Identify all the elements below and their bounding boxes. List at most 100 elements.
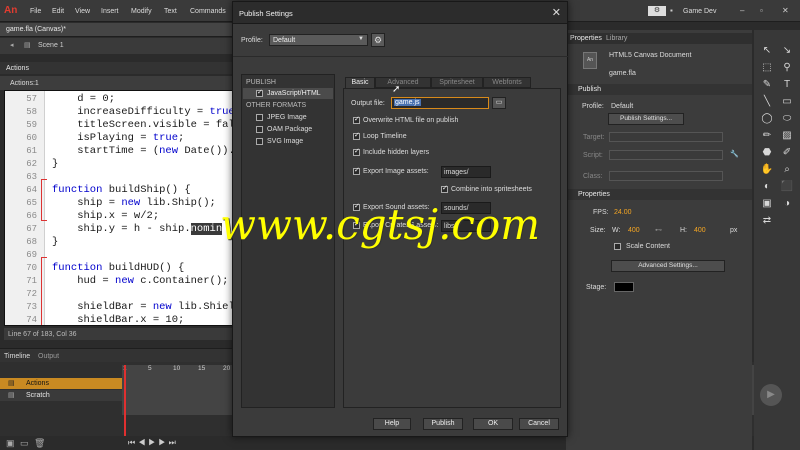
dialog-title-bar[interactable]: Publish Settings ✕ <box>233 2 567 24</box>
javascript-checkbox[interactable] <box>256 88 263 97</box>
code-line[interactable]: ship.x = w/2; <box>52 210 159 222</box>
code-line[interactable]: isPlaying = true; <box>52 132 184 144</box>
code-line[interactable]: shieldBar.x = 10; <box>52 314 184 325</box>
format-item-oam[interactable]: OAM Package <box>267 126 312 133</box>
cancel-button[interactable]: Cancel <box>519 418 559 430</box>
minimize-icon[interactable]: – <box>740 6 750 16</box>
format-item-svg[interactable]: SVG Image <box>267 138 303 145</box>
code-line[interactable]: startTime = (new Date()). <box>52 145 235 157</box>
menu-text[interactable]: Text <box>164 8 177 15</box>
tool-icon[interactable]: ⬭ <box>780 112 794 126</box>
tool-icon[interactable]: ✋ <box>760 163 774 177</box>
hidden-layers-checkbox[interactable] <box>353 147 360 156</box>
playback-controls[interactable]: ⏮◀▶▶⏭ <box>128 438 179 448</box>
tool-icon[interactable]: ✎ <box>760 78 774 92</box>
svg-checkbox[interactable] <box>256 138 263 145</box>
export-images-checkbox[interactable] <box>353 166 360 175</box>
tool-icon[interactable]: ✏ <box>760 129 774 143</box>
tool-icon[interactable]: ✐ <box>780 146 794 160</box>
menu-modify[interactable]: Modify <box>131 8 152 15</box>
tool-icon[interactable]: ⬛ <box>780 180 794 194</box>
folder-icon[interactable]: ▭ <box>20 438 29 449</box>
tab-properties[interactable]: Properties <box>570 35 602 42</box>
output-file-field[interactable]: game.js <box>391 97 489 109</box>
advanced-settings-button[interactable]: Advanced Settings... <box>611 260 725 272</box>
layer-row-scratch[interactable]: ▤ Scratch <box>0 390 122 401</box>
back-arrow-icon[interactable]: ◂ <box>10 41 14 49</box>
fold-marker[interactable] <box>41 257 47 325</box>
code-line[interactable]: ship = new lib.Ship(); <box>52 197 216 209</box>
publish-settings-button[interactable]: Publish Settings... <box>608 113 684 125</box>
height-value[interactable]: 400 <box>694 227 706 234</box>
properties-section-header[interactable]: Properties <box>566 189 752 200</box>
overwrite-checkbox[interactable] <box>353 115 360 124</box>
format-item-jpeg[interactable]: JPEG Image <box>267 114 307 121</box>
new-layer-icon[interactable]: ▣ <box>6 438 15 449</box>
profile-select[interactable]: Default ▼ <box>269 34 368 46</box>
width-value[interactable]: 400 <box>628 227 640 234</box>
loop-checkbox[interactable] <box>353 131 360 140</box>
maximize-icon[interactable]: ▫ <box>760 6 770 16</box>
sync-icon[interactable]: ⚙ <box>648 6 666 16</box>
actions-tab[interactable]: Actions <box>6 65 29 72</box>
oam-checkbox[interactable] <box>256 126 263 133</box>
publish-section-header[interactable]: Publish <box>566 84 752 95</box>
tab-basic[interactable]: Basic <box>345 77 375 88</box>
document-tab[interactable]: game.fla (Canvas)* <box>0 23 232 37</box>
format-item-javascript-html[interactable]: JavaScript/HTML <box>243 88 333 99</box>
tool-icon[interactable]: ▭ <box>780 95 794 109</box>
tab-spritesheet[interactable]: Spritesheet <box>431 77 483 88</box>
tool-icon[interactable]: ▣ <box>760 197 774 211</box>
code-line[interactable]: d = 0; <box>52 93 115 105</box>
fps-value[interactable]: 24.00 <box>614 209 632 216</box>
code-line[interactable]: ship.y = h - ship.nomin <box>52 223 223 235</box>
code-line[interactable]: shieldBar = new lib.Shiel <box>52 301 235 313</box>
tool-icon[interactable]: ◐ <box>760 180 774 194</box>
ok-button[interactable]: OK <box>473 418 513 430</box>
tab-webfonts[interactable]: Webfonts <box>483 77 531 88</box>
jpeg-checkbox[interactable] <box>256 114 263 121</box>
tab-library[interactable]: Library <box>606 35 627 42</box>
close-icon[interactable]: ✕ <box>782 6 792 16</box>
code-line[interactable]: function buildHUD() { <box>52 262 184 274</box>
play-overlay-icon[interactable]: ▶ <box>760 384 782 406</box>
trash-icon[interactable]: 🗑 <box>34 438 45 449</box>
tool-icon[interactable]: ⌕ <box>780 163 794 177</box>
layer-row-actions[interactable]: ▤ Actions <box>0 378 122 389</box>
tab-advanced[interactable]: Advanced <box>375 77 431 88</box>
menu-view[interactable]: View <box>75 8 90 15</box>
combine-checkbox[interactable] <box>441 184 448 193</box>
menu-insert[interactable]: Insert <box>101 8 119 15</box>
gear-icon[interactable]: ⚙ <box>371 33 385 47</box>
tab-output[interactable]: Output <box>38 353 59 360</box>
tool-icon[interactable]: ◑ <box>780 197 794 211</box>
tool-icon[interactable]: ◯ <box>760 112 774 126</box>
tab-timeline[interactable]: Timeline <box>4 353 30 360</box>
tool-icon[interactable]: ⇄ <box>760 214 774 228</box>
code-line[interactable]: function buildShip() { <box>52 184 191 196</box>
code-line[interactable]: hud = new c.Container(); <box>52 275 228 287</box>
tool-icon[interactable]: ↖ <box>760 44 774 58</box>
fold-marker[interactable] <box>41 179 47 221</box>
tool-icon[interactable]: ▨ <box>780 129 794 143</box>
tool-icon[interactable]: ↘ <box>780 44 794 58</box>
images-path-field[interactable]: images/ <box>441 166 491 178</box>
tool-icon[interactable]: T <box>780 78 794 92</box>
code-editor[interactable]: 57 d = 0; 58 increaseDifficulty = true 59 … <box>4 90 236 326</box>
code-line[interactable]: increaseDifficulty = true <box>52 106 235 118</box>
help-button[interactable]: Help <box>373 418 411 430</box>
tool-icon[interactable]: ╲ <box>760 95 774 109</box>
workspace-switcher[interactable]: Game Dev <box>683 8 716 15</box>
link-icon[interactable]: ⊷ <box>655 226 662 234</box>
stage-color-swatch[interactable] <box>614 282 634 292</box>
code-line[interactable]: } <box>52 236 58 248</box>
menu-file[interactable]: File <box>30 8 41 15</box>
menu-edit[interactable]: Edit <box>52 8 64 15</box>
tool-icon[interactable]: ⬚ <box>760 61 774 75</box>
code-line[interactable]: } <box>52 158 58 170</box>
tool-icon[interactable]: ⚲ <box>780 61 794 75</box>
scale-content-checkbox[interactable] <box>614 243 621 250</box>
code-line[interactable]: titleScreen.visible = fal <box>52 119 235 131</box>
publish-button[interactable]: Publish <box>423 418 463 430</box>
folder-icon[interactable]: ▭ <box>492 97 506 109</box>
